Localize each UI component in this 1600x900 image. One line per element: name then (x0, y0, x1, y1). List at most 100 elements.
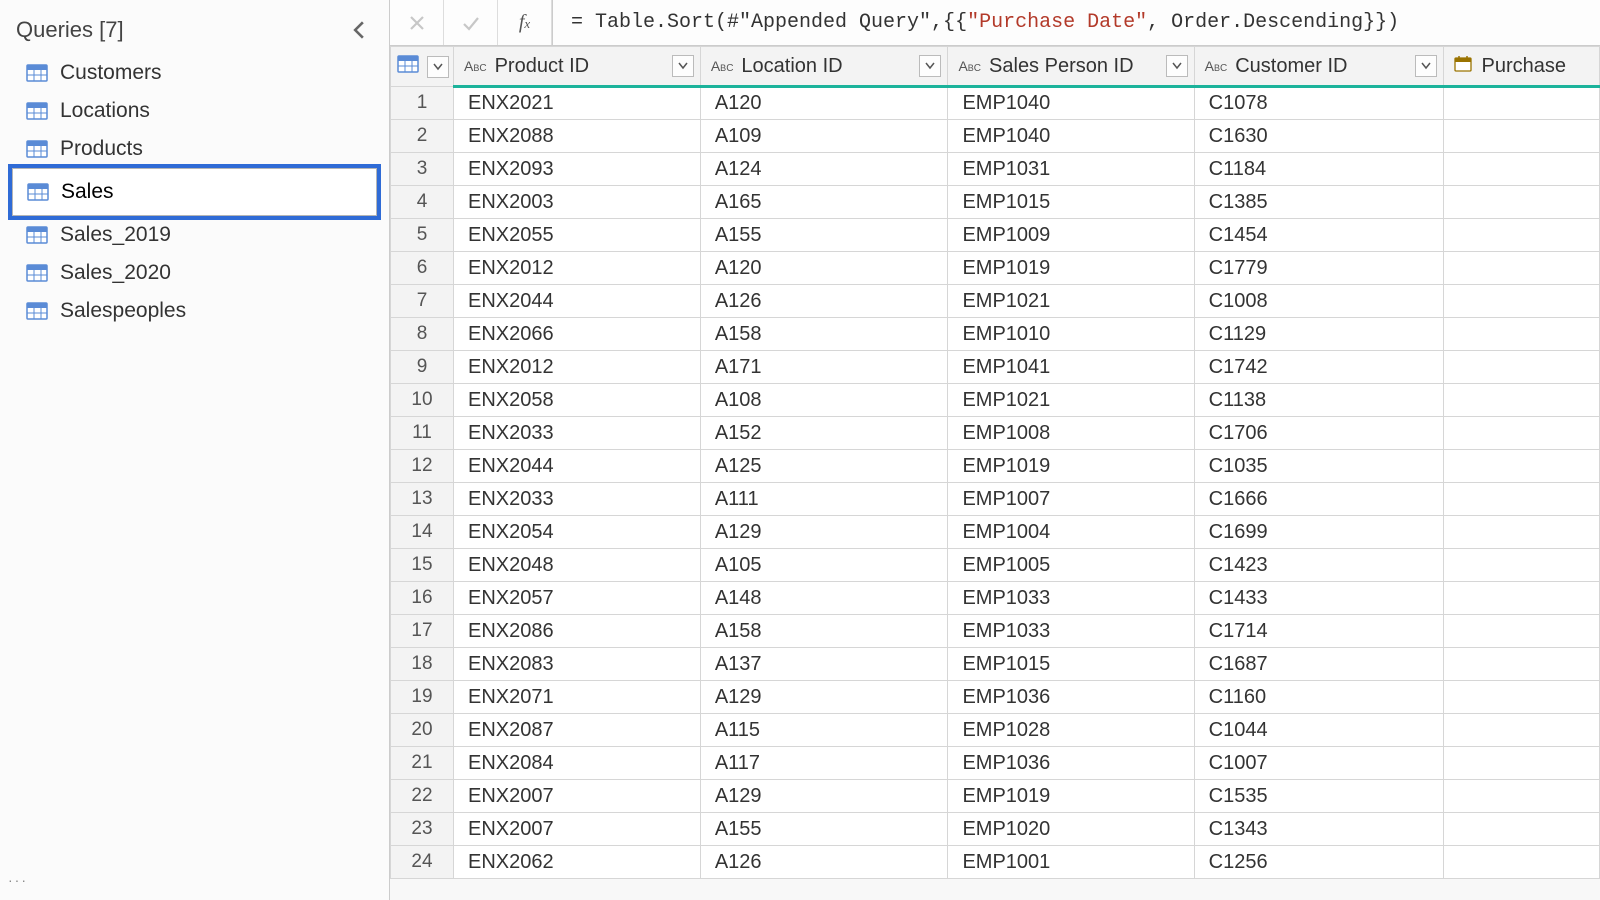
table-row[interactable]: 3ENX2093A124EMP1031C1184 (391, 153, 1600, 186)
table-row[interactable]: 11ENX2033A152EMP1008C1706 (391, 417, 1600, 450)
cell-product-id[interactable]: ENX2083 (454, 648, 701, 681)
row-number[interactable]: 8 (391, 318, 454, 351)
table-row[interactable]: 18ENX2083A137EMP1015C1687 (391, 648, 1600, 681)
row-number[interactable]: 20 (391, 714, 454, 747)
cell-product-id[interactable]: ENX2007 (454, 780, 701, 813)
cell-location-id[interactable]: A115 (700, 714, 948, 747)
cell-sales-person-id[interactable]: EMP1036 (948, 681, 1194, 714)
table-row[interactable]: 21ENX2084A117EMP1036C1007 (391, 747, 1600, 780)
cell-customer-id[interactable]: C1687 (1194, 648, 1443, 681)
cell-customer-id[interactable]: C1714 (1194, 615, 1443, 648)
table-row[interactable]: 20ENX2087A115EMP1028C1044 (391, 714, 1600, 747)
table-row[interactable]: 8ENX2066A158EMP1010C1129 (391, 318, 1600, 351)
cell-customer-id[interactable]: C1008 (1194, 285, 1443, 318)
row-number[interactable]: 10 (391, 384, 454, 417)
cell-sales-person-id[interactable]: EMP1019 (948, 780, 1194, 813)
column-header-location-id[interactable]: ABC Location ID (700, 47, 948, 87)
cell-product-id[interactable]: ENX2048 (454, 549, 701, 582)
table-row[interactable]: 17ENX2086A158EMP1033C1714 (391, 615, 1600, 648)
formula-cancel-button[interactable] (390, 0, 444, 45)
cell-purchase-date[interactable] (1443, 648, 1599, 681)
cell-sales-person-id[interactable]: EMP1031 (948, 153, 1194, 186)
row-number[interactable]: 9 (391, 351, 454, 384)
cell-product-id[interactable]: ENX2087 (454, 714, 701, 747)
row-number[interactable]: 23 (391, 813, 454, 846)
cell-product-id[interactable]: ENX2084 (454, 747, 701, 780)
cell-sales-person-id[interactable]: EMP1001 (948, 846, 1194, 879)
cell-sales-person-id[interactable]: EMP1008 (948, 417, 1194, 450)
collapse-sidebar-button[interactable] (345, 16, 373, 44)
table-row[interactable]: 24ENX2062A126EMP1001C1256 (391, 846, 1600, 879)
cell-location-id[interactable]: A155 (700, 813, 948, 846)
row-number[interactable]: 3 (391, 153, 454, 186)
cell-customer-id[interactable]: C1423 (1194, 549, 1443, 582)
cell-purchase-date[interactable] (1443, 813, 1599, 846)
query-rename-input[interactable] (61, 180, 366, 204)
cell-customer-id[interactable]: C1256 (1194, 846, 1443, 879)
cell-sales-person-id[interactable]: EMP1033 (948, 615, 1194, 648)
cell-purchase-date[interactable] (1443, 384, 1599, 417)
cell-sales-person-id[interactable]: EMP1040 (948, 120, 1194, 153)
table-row[interactable]: 4ENX2003A165EMP1015C1385 (391, 186, 1600, 219)
cell-purchase-date[interactable] (1443, 252, 1599, 285)
cell-product-id[interactable]: ENX2093 (454, 153, 701, 186)
cell-customer-id[interactable]: C1160 (1194, 681, 1443, 714)
row-number[interactable]: 17 (391, 615, 454, 648)
data-grid[interactable]: ABC Product ID ABC Location ID (390, 46, 1600, 900)
cell-customer-id[interactable]: C1630 (1194, 120, 1443, 153)
cell-location-id[interactable]: A126 (700, 846, 948, 879)
table-row[interactable]: 10ENX2058A108EMP1021C1138 (391, 384, 1600, 417)
column-filter-button[interactable] (672, 55, 694, 77)
cell-product-id[interactable]: ENX2057 (454, 582, 701, 615)
cell-product-id[interactable]: ENX2066 (454, 318, 701, 351)
row-number[interactable]: 4 (391, 186, 454, 219)
row-number[interactable]: 21 (391, 747, 454, 780)
cell-product-id[interactable]: ENX2071 (454, 681, 701, 714)
cell-customer-id[interactable]: C1129 (1194, 318, 1443, 351)
row-number[interactable]: 15 (391, 549, 454, 582)
cell-purchase-date[interactable] (1443, 483, 1599, 516)
cell-product-id[interactable]: ENX2007 (454, 813, 701, 846)
cell-sales-person-id[interactable]: EMP1020 (948, 813, 1194, 846)
cell-location-id[interactable]: A137 (700, 648, 948, 681)
cell-purchase-date[interactable] (1443, 714, 1599, 747)
row-number[interactable]: 1 (391, 87, 454, 120)
cell-sales-person-id[interactable]: EMP1015 (948, 186, 1194, 219)
row-number[interactable]: 12 (391, 450, 454, 483)
cell-location-id[interactable]: A117 (700, 747, 948, 780)
cell-location-id[interactable]: A108 (700, 384, 948, 417)
row-number[interactable]: 18 (391, 648, 454, 681)
cell-sales-person-id[interactable]: EMP1040 (948, 87, 1194, 120)
cell-product-id[interactable]: ENX2033 (454, 417, 701, 450)
cell-customer-id[interactable]: C1454 (1194, 219, 1443, 252)
cell-product-id[interactable]: ENX2033 (454, 483, 701, 516)
query-item[interactable]: Sales_2020 (8, 254, 381, 292)
cell-purchase-date[interactable] (1443, 285, 1599, 318)
cell-customer-id[interactable]: C1706 (1194, 417, 1443, 450)
row-number[interactable]: 5 (391, 219, 454, 252)
cell-customer-id[interactable]: C1699 (1194, 516, 1443, 549)
cell-purchase-date[interactable] (1443, 351, 1599, 384)
row-number[interactable]: 7 (391, 285, 454, 318)
cell-purchase-date[interactable] (1443, 582, 1599, 615)
cell-sales-person-id[interactable]: EMP1004 (948, 516, 1194, 549)
row-number[interactable]: 2 (391, 120, 454, 153)
cell-product-id[interactable]: ENX2012 (454, 252, 701, 285)
row-number[interactable]: 11 (391, 417, 454, 450)
cell-customer-id[interactable]: C1433 (1194, 582, 1443, 615)
cell-purchase-date[interactable] (1443, 219, 1599, 252)
cell-sales-person-id[interactable]: EMP1005 (948, 549, 1194, 582)
table-row[interactable]: 12ENX2044A125EMP1019C1035 (391, 450, 1600, 483)
cell-customer-id[interactable]: C1742 (1194, 351, 1443, 384)
cell-purchase-date[interactable] (1443, 549, 1599, 582)
cell-product-id[interactable]: ENX2044 (454, 450, 701, 483)
cell-product-id[interactable]: ENX2021 (454, 87, 701, 120)
cell-location-id[interactable]: A109 (700, 120, 948, 153)
cell-product-id[interactable]: ENX2088 (454, 120, 701, 153)
table-row[interactable]: 6ENX2012A120EMP1019C1779 (391, 252, 1600, 285)
cell-sales-person-id[interactable]: EMP1041 (948, 351, 1194, 384)
cell-product-id[interactable]: ENX2054 (454, 516, 701, 549)
formula-input[interactable]: = Table.Sort(#"Appended Query",{{"Purcha… (552, 0, 1600, 45)
cell-location-id[interactable]: A124 (700, 153, 948, 186)
cell-location-id[interactable]: A129 (700, 516, 948, 549)
